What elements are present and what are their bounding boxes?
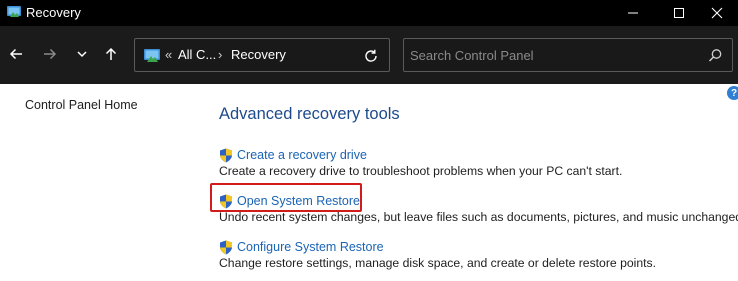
close-button[interactable]	[694, 0, 738, 26]
breadcrumb-overflow[interactable]: «	[165, 47, 172, 62]
search-box[interactable]	[403, 38, 733, 72]
back-button[interactable]	[4, 42, 28, 66]
search-icon[interactable]	[706, 47, 724, 65]
control-panel-icon	[7, 6, 21, 17]
minimize-button[interactable]	[610, 0, 656, 26]
content-area: Control Panel Home ? Advanced recovery t…	[0, 84, 738, 281]
configure-system-restore-description: Change restore settings, manage disk spa…	[219, 256, 656, 270]
arrow-up-icon	[105, 47, 117, 60]
chevron-down-icon	[77, 51, 87, 58]
up-button[interactable]	[99, 42, 123, 66]
uac-shield-icon	[220, 194, 232, 208]
uac-shield-icon	[220, 240, 232, 254]
close-icon	[711, 7, 723, 19]
control-panel-home-link[interactable]: Control Panel Home	[25, 98, 138, 112]
title-bar: Recovery	[0, 0, 738, 26]
address-bar[interactable]: « All C... › Recovery	[134, 38, 390, 72]
create-recovery-drive-label[interactable]: Create a recovery drive	[237, 148, 367, 162]
breadcrumb-separator[interactable]: ›	[218, 47, 222, 62]
breadcrumb-recovery[interactable]: Recovery	[231, 47, 286, 62]
recent-locations-button[interactable]	[70, 42, 94, 66]
refresh-icon	[365, 49, 377, 62]
breadcrumb-all-control-panel[interactable]: All C...	[178, 47, 216, 62]
open-system-restore-label[interactable]: Open System Restore	[237, 194, 360, 208]
create-recovery-drive-link[interactable]: Create a recovery drive	[219, 147, 367, 163]
arrow-left-icon	[9, 48, 22, 60]
search-input[interactable]	[410, 45, 700, 65]
help-icon[interactable]: ?	[727, 86, 738, 100]
open-system-restore-description: Undo recent system changes, but leave fi…	[219, 210, 738, 224]
forward-button[interactable]	[38, 42, 62, 66]
navigation-bar: « All C... › Recovery	[0, 26, 738, 84]
uac-shield-icon	[220, 148, 232, 162]
arrow-right-icon	[44, 48, 57, 60]
window-title: Recovery	[26, 5, 81, 20]
control-panel-icon	[144, 49, 160, 62]
minimize-icon	[628, 12, 638, 14]
maximize-icon	[674, 8, 684, 18]
page-heading: Advanced recovery tools	[219, 105, 400, 123]
create-recovery-drive-description: Create a recovery drive to troubleshoot …	[219, 164, 623, 178]
configure-system-restore-link[interactable]: Configure System Restore	[219, 239, 384, 255]
open-system-restore-link[interactable]: Open System Restore	[219, 193, 360, 209]
refresh-button[interactable]	[361, 46, 381, 66]
configure-system-restore-label[interactable]: Configure System Restore	[237, 240, 384, 254]
